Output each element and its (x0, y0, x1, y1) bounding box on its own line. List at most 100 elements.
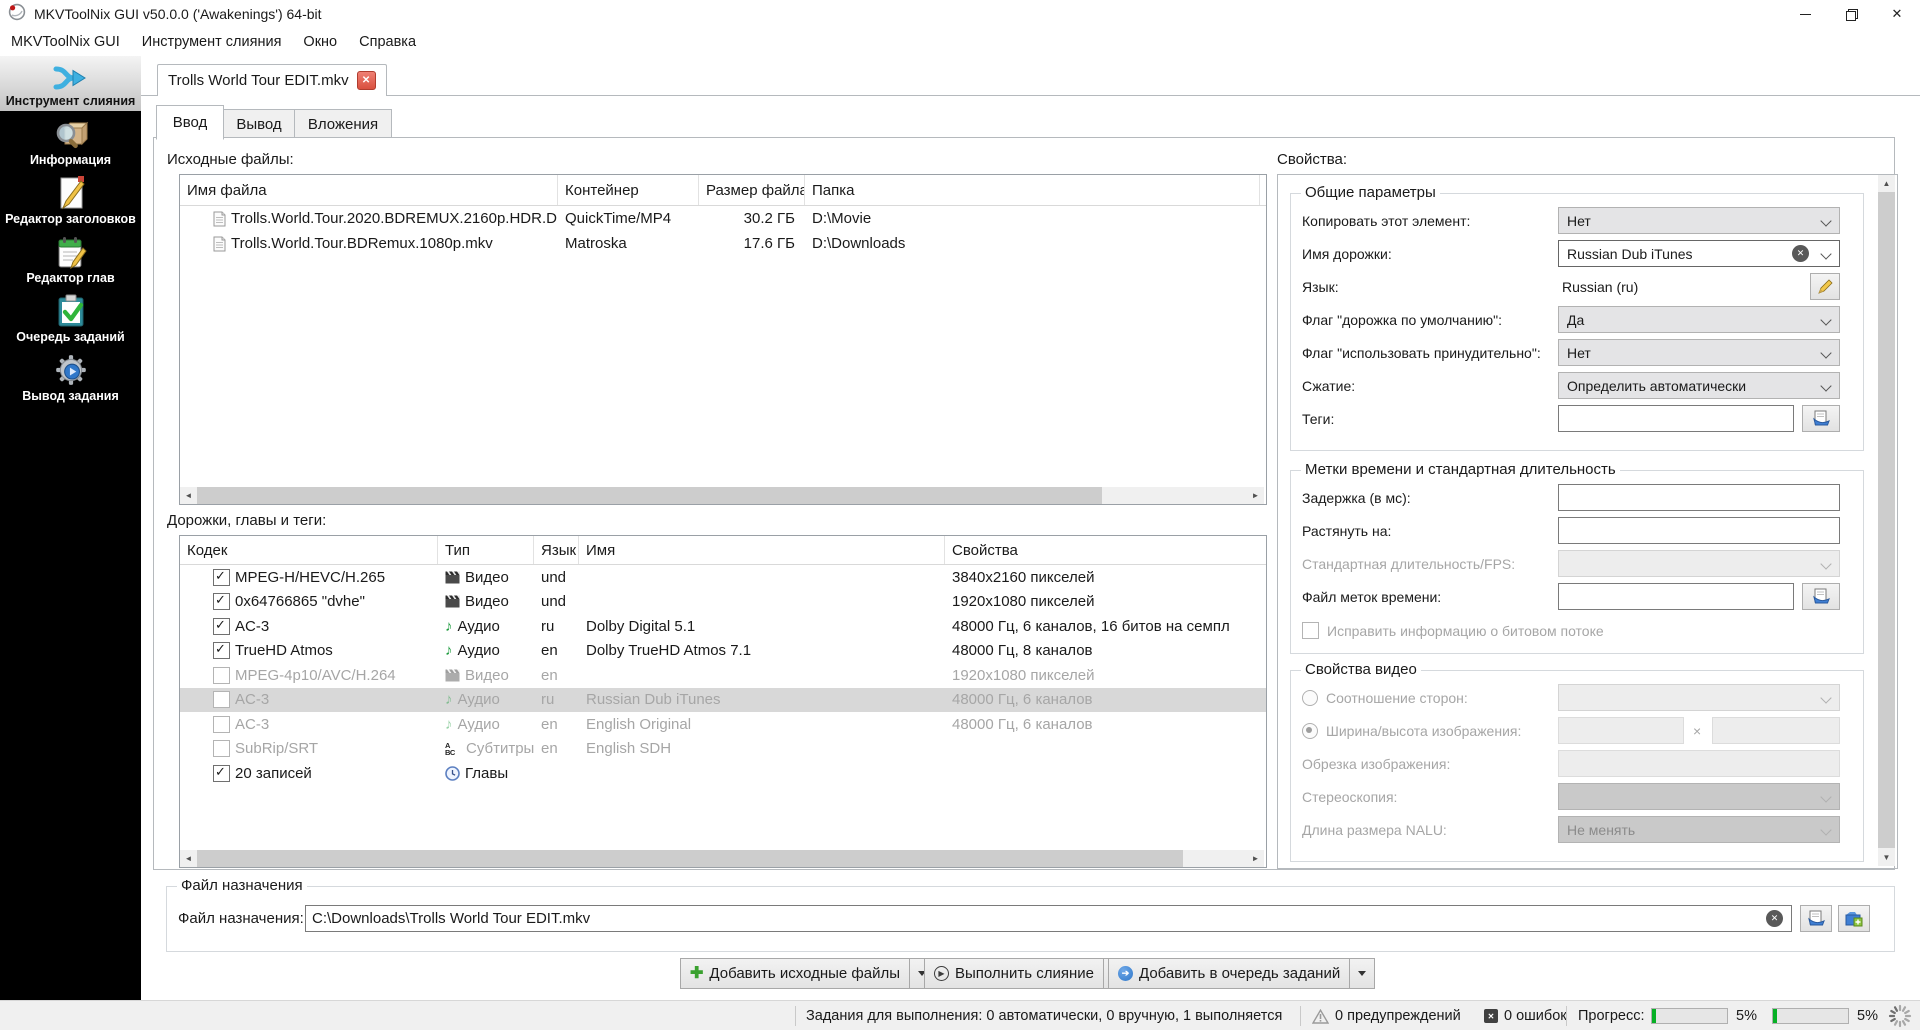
minimize-button[interactable] (1782, 0, 1828, 28)
destination-options-button[interactable] (1838, 905, 1870, 932)
copy-item-combobox[interactable]: Нет (1558, 207, 1840, 234)
browse-file-icon (1812, 588, 1830, 604)
statusbar-separator (1300, 1006, 1301, 1026)
chevron-down-icon (1820, 791, 1832, 803)
compression-combobox[interactable]: Определить автоматически (1558, 372, 1840, 399)
job-output-icon (53, 352, 89, 388)
track-checkbox[interactable] (213, 617, 230, 635)
scroll-right-icon[interactable]: ► (1247, 487, 1264, 504)
close-icon: ✕ (1891, 6, 1903, 21)
timestamps-file-input[interactable] (1558, 583, 1794, 610)
scroll-up-icon[interactable]: ▲ (1878, 175, 1895, 192)
col-name[interactable]: Имя (579, 536, 945, 564)
close-button[interactable]: ✕ (1874, 0, 1920, 28)
busy-spinner-icon (1888, 1001, 1912, 1030)
audio-icon: ♪ (445, 715, 453, 733)
chevron-down-icon (1820, 215, 1832, 227)
col-file-size[interactable]: Размер файла (699, 175, 805, 205)
default-duration-combobox (1558, 550, 1840, 577)
sidebar-item-chapter-editor[interactable]: Редактор глав (0, 229, 141, 288)
track-checkbox[interactable] (213, 641, 230, 660)
browse-tags-button[interactable] (1802, 405, 1840, 432)
tab-attachments[interactable]: Вложения (294, 109, 392, 139)
stretch-input[interactable] (1558, 517, 1840, 544)
document-tab[interactable]: Trolls World Tour EDIT.mkv ✕ (157, 64, 387, 96)
menu-merge-tool[interactable]: Инструмент слияния (131, 30, 293, 54)
add-to-queue-button[interactable]: ➔ Добавить в очередь заданий (1108, 958, 1376, 989)
general-options-title: Общие параметры (1301, 184, 1440, 201)
track-checkbox[interactable] (213, 592, 230, 611)
menu-window[interactable]: Окно (292, 30, 348, 54)
col-container[interactable]: Контейнер (558, 175, 699, 205)
col-codec[interactable]: Кодек (180, 536, 438, 564)
track-row[interactable]: 0x64766865 "dvhe" Видео und 1920x1080 пи… (180, 590, 1266, 615)
edit-language-button[interactable] (1810, 273, 1840, 300)
col-properties[interactable]: Свойства (945, 536, 1263, 564)
chevron-down-icon (1820, 692, 1832, 704)
col-type[interactable]: Тип (438, 536, 534, 564)
destination-input[interactable]: C:\Downloads\Trolls World Tour EDIT.mkv … (305, 905, 1792, 932)
tab-close-button[interactable]: ✕ (356, 71, 376, 90)
sidebar-item-merge-tool[interactable]: Инструмент слияния (0, 56, 141, 111)
delay-input[interactable] (1558, 484, 1840, 511)
clear-icon[interactable]: ✕ (1792, 245, 1809, 262)
nalu-label: Длина размера NALU: (1302, 821, 1447, 838)
scrollbar-thumb[interactable] (197, 487, 1102, 504)
track-name-combobox[interactable]: Russian Dub iTunes ✕ (1558, 240, 1840, 267)
chevron-down-icon (1820, 248, 1832, 260)
source-file-row[interactable]: Trolls.World.Tour.2020.BDREMUX.2160p.HDR… (180, 206, 1266, 231)
track-checkbox[interactable] (213, 666, 230, 684)
add-source-files-button[interactable]: ✚ Добавить исходные файлы (680, 958, 936, 989)
scrollbar-thumb[interactable] (1878, 192, 1895, 848)
document-tab-title: Trolls World Tour EDIT.mkv (168, 72, 349, 89)
forced-flag-combobox[interactable]: Нет (1558, 339, 1840, 366)
restore-button[interactable] (1828, 0, 1874, 28)
tracks-hscrollbar[interactable]: ◄ ► (180, 850, 1264, 867)
tags-input[interactable] (1558, 405, 1794, 432)
track-row[interactable]: MPEG-H/HEVC/H.265 Видео und 3840x2160 пи… (180, 565, 1266, 590)
track-checkbox[interactable] (213, 691, 230, 709)
add-to-queue-dropdown[interactable] (1349, 959, 1374, 988)
track-checkbox[interactable] (213, 568, 230, 586)
sidebar-item-job-output[interactable]: Вывод задания (0, 347, 141, 406)
clear-icon[interactable]: ✕ (1766, 910, 1783, 927)
warning-icon (1312, 1008, 1329, 1024)
scroll-left-icon[interactable]: ◄ (180, 850, 197, 867)
menu-help[interactable]: Справка (348, 30, 427, 54)
col-file-name[interactable]: Имя файла (180, 175, 558, 205)
browse-timestamps-button[interactable] (1802, 583, 1840, 610)
track-row[interactable]: 20 записей Главы (180, 761, 1266, 786)
col-folder[interactable]: Папка (805, 175, 1260, 205)
properties-vscrollbar[interactable]: ▲ ▼ (1878, 175, 1895, 866)
track-checkbox[interactable] (213, 740, 230, 758)
sidebar-item-info[interactable]: Информация (0, 111, 141, 170)
tab-output[interactable]: Вывод (222, 109, 296, 139)
mkvtoolnix-window: MKVToolNix GUI v50.0.0 ('Awakenings') 64… (0, 0, 1920, 1030)
language-label: Язык: (1302, 278, 1339, 295)
scroll-down-icon[interactable]: ▼ (1878, 849, 1895, 866)
cropping-label: Обрезка изображения: (1302, 755, 1451, 772)
default-flag-combobox[interactable]: Да (1558, 306, 1840, 333)
track-row-selected[interactable]: AC-3 ♪ Аудио ru Russian Dub iTunes 48000 … (180, 687, 1266, 712)
browse-destination-button[interactable] (1800, 905, 1832, 932)
source-file-row[interactable]: Trolls.World.Tour.BDRemux.1080p.mkv Matr… (180, 231, 1266, 256)
scroll-left-icon[interactable]: ◄ (180, 487, 197, 504)
compression-label: Сжатие: (1302, 377, 1356, 394)
scroll-right-icon[interactable]: ► (1247, 850, 1264, 867)
track-row[interactable]: SubRip/SRT A BC Субтитры en English SDH (180, 737, 1266, 762)
scrollbar-thumb[interactable] (197, 850, 1183, 867)
track-checkbox[interactable] (213, 715, 230, 733)
source-files-hscrollbar[interactable]: ◄ ► (180, 487, 1264, 504)
start-muxing-button[interactable]: ▶ Выполнить слияние (924, 958, 1129, 989)
col-language[interactable]: Язык (534, 536, 579, 564)
track-row[interactable]: AC-3 ♪ Аудио en English Original 48000 Гц… (180, 712, 1266, 737)
track-checkbox[interactable] (213, 764, 230, 782)
track-row[interactable]: TrueHD Atmos ♪Аудио en Dolby TrueHD Atmo… (180, 639, 1266, 664)
menu-mkvtoolnix-gui[interactable]: MKVToolNix GUI (0, 30, 131, 54)
destination-label: Файл назначения: (178, 910, 304, 927)
sidebar-item-job-queue[interactable]: Очередь заданий (0, 288, 141, 347)
track-row[interactable]: MPEG-4p10/AVC/H.264 Видео en 1920x1080 п… (180, 663, 1266, 688)
sidebar-item-header-editor[interactable]: Редактор заголовков (0, 170, 141, 229)
track-row[interactable]: AC-3 ♪Аудио ru Dolby Digital 5.1 48000 Г… (180, 614, 1266, 639)
tab-input[interactable]: Ввод (156, 105, 224, 140)
